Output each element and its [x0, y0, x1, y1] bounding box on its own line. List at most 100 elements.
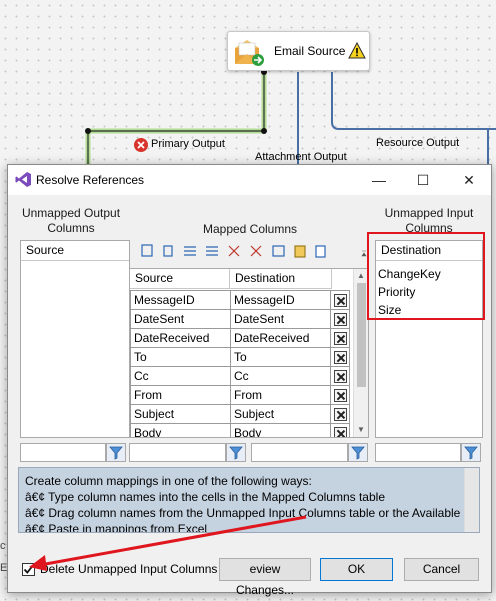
unmapped-output-filter-input[interactable]: [20, 443, 106, 462]
delete-all-icon: [250, 245, 262, 257]
table-row[interactable]: DateReceived DateReceived: [130, 328, 350, 348]
mapped-destination-cell[interactable]: MessageID: [230, 290, 331, 310]
scroll-up-arrow[interactable]: ▲: [354, 271, 368, 280]
table-row[interactable]: Cc Cc: [130, 366, 350, 386]
email-source-label: Email Source: [274, 44, 346, 58]
mapped-destination-cell[interactable]: DateReceived: [230, 328, 331, 348]
delete-x-icon: [333, 370, 347, 384]
mapped-destination-cell[interactable]: Body: [230, 423, 331, 437]
unmapped-input-title-line1: Unmapped Input: [384, 206, 474, 220]
mapped-source-cell[interactable]: From: [130, 385, 231, 405]
mapped-columns-grid[interactable]: Source Destination MessageID MessageID Dat…: [129, 268, 369, 438]
email-source-node[interactable]: Email Source: [227, 31, 370, 71]
mapped-source-cell[interactable]: To: [130, 347, 231, 367]
mapped-destination-cell[interactable]: DateSent: [230, 309, 331, 329]
mapped-columns-title: Mapped Columns: [202, 222, 298, 236]
clipped-text-fragment: E: [0, 562, 8, 574]
toolbar-overflow-icon: [361, 250, 367, 257]
mapped-destination-cell[interactable]: To: [230, 347, 331, 367]
auto-map-icon: [141, 244, 153, 257]
mapped-source-cell[interactable]: MessageID: [130, 290, 231, 310]
delete-unmapped-label[interactable]: Delete Unmapped Input Columns: [40, 562, 217, 576]
import-icon: [272, 245, 285, 257]
filter-icon: [229, 446, 243, 460]
unmapped-input-filter-button[interactable]: [461, 443, 481, 462]
primary-output-label: Primary Output: [151, 138, 225, 150]
mapped-rows-container: MessageID MessageID DateSent DateSent DateRe…: [130, 290, 355, 437]
table-row[interactable]: Subject Subject: [130, 404, 350, 424]
mapped-destination-cell[interactable]: Subject: [230, 404, 331, 424]
mapped-destination-cell[interactable]: Cc: [230, 366, 331, 386]
unmapped-output-header: Source: [21, 241, 129, 261]
instruction-line: â€¢ Drag column names from the Unmapped …: [25, 506, 461, 520]
dialog-title: Resolve References: [36, 173, 145, 187]
unmapped-output-title-line1: Unmapped Output: [21, 206, 121, 220]
mapped-source-cell[interactable]: Body: [130, 423, 231, 437]
delete-x-icon: [333, 427, 347, 437]
scroll-thumb[interactable]: [357, 283, 366, 387]
instructions-scrollbar[interactable]: [464, 468, 479, 532]
mapped-destination-filter-input[interactable]: [251, 443, 348, 462]
mapped-source-cell[interactable]: Cc: [130, 366, 231, 386]
preview-changes-button[interactable]: eview Changes...: [219, 558, 311, 597]
delete-row-button[interactable]: [330, 328, 350, 348]
mapped-destination-filter-button[interactable]: [348, 443, 368, 462]
scroll-down-arrow[interactable]: ▼: [354, 425, 368, 434]
table-row[interactable]: DateSent DateSent: [130, 309, 350, 329]
instruction-line: â€¢ Type column names into the cells in …: [25, 490, 385, 504]
unmapped-output-title: Unmapped Output Columns: [16, 206, 126, 236]
mapped-scrollbar[interactable]: ▲ ▼: [353, 269, 368, 437]
mapped-destination-cell[interactable]: From: [230, 385, 331, 405]
delete-unmapped-checkbox[interactable]: [22, 563, 35, 576]
resolve-references-dialog: Resolve References — ☐ ✕ Unmapped Output…: [7, 164, 492, 597]
add-column-icon: [163, 245, 173, 257]
resource-output-label: Resource Output: [376, 137, 460, 149]
cancel-button[interactable]: Cancel: [404, 558, 479, 581]
insert-row-icon: [184, 246, 196, 256]
delete-row-button[interactable]: [330, 404, 350, 424]
mapped-source-header: Source: [130, 269, 230, 289]
mapped-source-cell[interactable]: DateReceived: [130, 328, 231, 348]
copy-icon: [315, 245, 326, 258]
primary-output-wire: [85, 72, 267, 164]
delete-x-icon: [333, 294, 347, 308]
resource-output-wire: [331, 72, 496, 130]
attachment-output-label: Attachment Output: [255, 151, 347, 163]
mapped-source-filter-button[interactable]: [226, 443, 246, 462]
mapped-source-filter-input[interactable]: [129, 443, 226, 462]
delete-row-button[interactable]: [330, 366, 350, 386]
unmapped-output-list[interactable]: Source: [20, 240, 130, 438]
annotation-highlight-box: [367, 232, 485, 320]
email-source-icon: [235, 40, 264, 66]
instruction-line: â€¢ Paste in mappings from Excel: [25, 522, 208, 533]
delete-x-icon: [333, 332, 347, 346]
unmapped-output-title-line2: Columns: [47, 221, 95, 235]
instructions-box: Create column mappings in one of the fol…: [18, 467, 480, 533]
delete-row-button[interactable]: [330, 423, 350, 437]
filter-icon: [351, 446, 365, 460]
mapped-source-cell[interactable]: DateSent: [130, 309, 231, 329]
maximize-button[interactable]: ☐: [408, 168, 438, 192]
delete-row-button[interactable]: [330, 290, 350, 310]
delete-row-icon: [228, 245, 240, 257]
warning-icon: [348, 42, 366, 59]
table-row[interactable]: To To: [130, 347, 350, 367]
paste-icon: [294, 245, 306, 258]
mapped-source-cell[interactable]: Subject: [130, 404, 231, 424]
table-row[interactable]: From From: [130, 385, 350, 405]
close-button[interactable]: ✕: [454, 168, 484, 192]
delete-row-button[interactable]: [330, 347, 350, 367]
dialog-titlebar[interactable]: Resolve References — ☐ ✕: [8, 165, 491, 195]
delete-row-button[interactable]: [330, 385, 350, 405]
mapped-table: MessageID MessageID DateSent DateSent DateRe…: [130, 290, 350, 437]
remove-mapping-icon: [206, 246, 218, 256]
filter-icon: [464, 446, 478, 460]
table-row[interactable]: Body Body: [130, 423, 350, 437]
unmapped-input-filter-input[interactable]: [375, 443, 461, 462]
minimize-button[interactable]: —: [364, 168, 394, 192]
unmapped-output-filter-button[interactable]: [106, 443, 126, 462]
table-row[interactable]: MessageID MessageID: [130, 290, 350, 310]
mapped-destination-header: Destination: [230, 269, 332, 289]
delete-row-button[interactable]: [330, 309, 350, 329]
ok-button[interactable]: OK: [320, 558, 393, 581]
